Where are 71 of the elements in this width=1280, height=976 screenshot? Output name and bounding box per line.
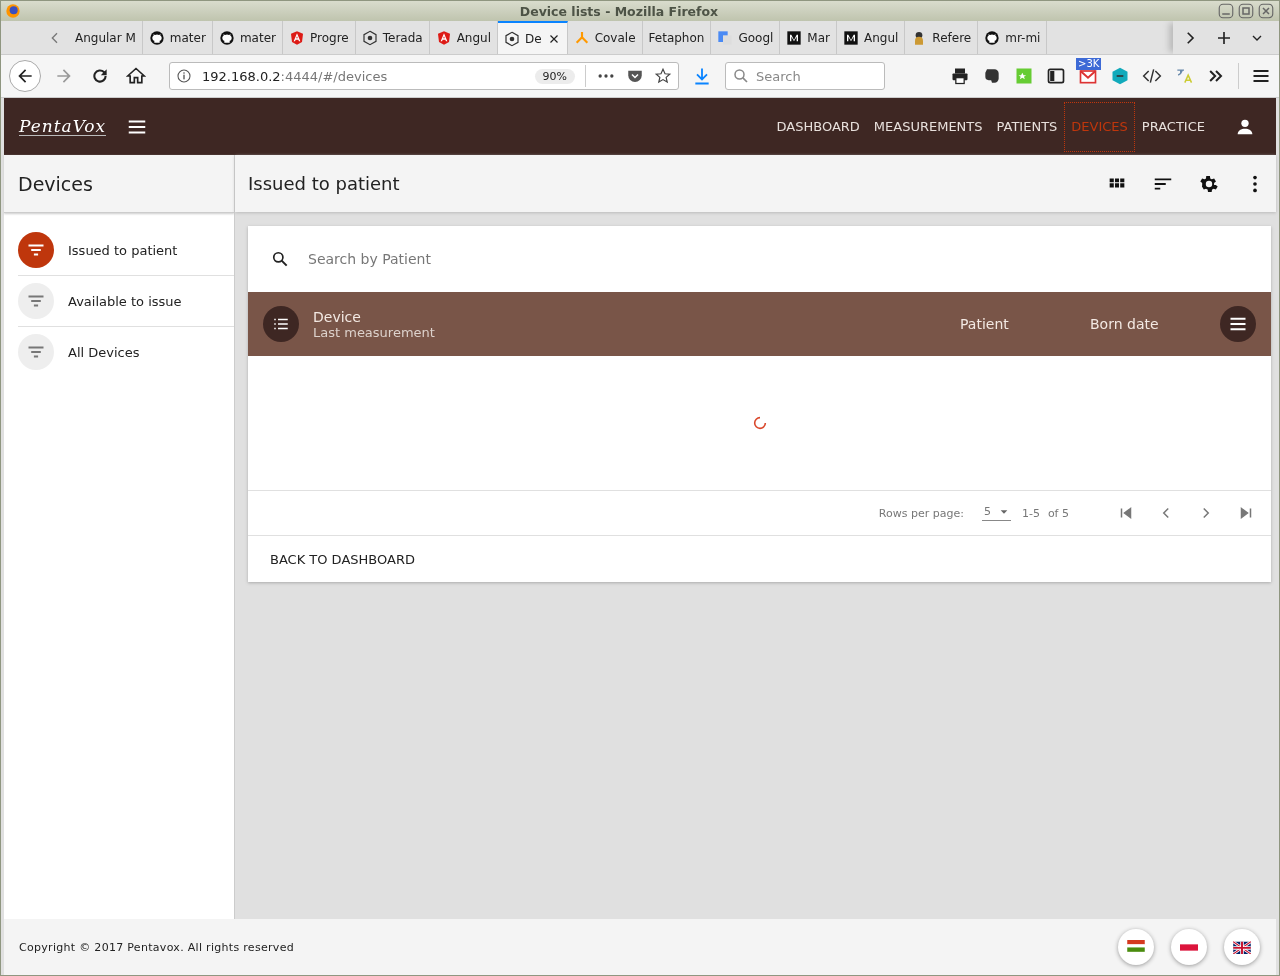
sidebar-title: Devices: [4, 155, 234, 213]
menu-icon[interactable]: [1220, 306, 1256, 342]
list-icon[interactable]: [263, 306, 299, 342]
browser-tab[interactable]: Refere: [905, 21, 979, 54]
octocat-icon: [218, 29, 235, 46]
page-total: of 5: [1047, 506, 1069, 520]
home-icon[interactable]: [123, 66, 149, 86]
hexagon-icon: [504, 30, 520, 47]
language-button[interactable]: [1171, 929, 1207, 965]
octocat-icon: [984, 29, 1001, 46]
sidebar-item[interactable]: Available to issue: [18, 276, 234, 327]
browser-tab[interactable]: Terada: [355, 21, 430, 54]
letter-m-icon: [786, 29, 803, 46]
language-button[interactable]: [1224, 929, 1260, 965]
sidebar-item[interactable]: Issued to patient: [18, 225, 234, 276]
browser-tab[interactable]: Progre: [283, 21, 356, 54]
rows-per-page-label: Rows per page:: [878, 506, 964, 520]
zoom-badge[interactable]: 90%: [534, 68, 575, 84]
info-icon[interactable]: [176, 68, 192, 84]
column-header[interactable]: Born date: [1090, 316, 1220, 332]
hungarian-flag-icon: [1127, 940, 1145, 954]
nav-link[interactable]: MEASUREMENTS: [866, 101, 990, 152]
nav-link[interactable]: PATIENTS: [989, 101, 1065, 152]
shield-icon: [435, 29, 452, 46]
page-size-select[interactable]: 5: [981, 505, 1011, 521]
octocat-icon: [148, 29, 165, 46]
sidebar-item[interactable]: All Devices: [18, 327, 234, 377]
letter-m-icon: [843, 29, 859, 46]
hexagon-icon: [361, 29, 378, 46]
copyright-text: Copyright © 2017 Pentavox. All rights reserved: [19, 940, 294, 954]
filter-icon: [18, 283, 54, 319]
column-header[interactable]: Device: [313, 308, 960, 325]
logo[interactable]: PentaVox: [19, 117, 107, 136]
minimize-icon[interactable]: [1217, 2, 1235, 20]
browser-tab[interactable]: mater: [212, 21, 283, 54]
address-bar[interactable]: 192.168.0.2:4444/#/devices 90%: [169, 62, 679, 90]
shield-icon: [289, 29, 305, 46]
printer-icon[interactable]: [950, 66, 970, 86]
back-button[interactable]: [9, 60, 41, 92]
star-icon[interactable]: [654, 67, 672, 85]
page-title: Issued to patient: [248, 173, 400, 194]
back-button[interactable]: BACK TO DASHBOARD: [262, 545, 423, 573]
filter-icon: [18, 334, 54, 370]
nav-link[interactable]: PRACTICE: [1134, 101, 1212, 152]
page-range: 1-5: [1021, 506, 1040, 520]
browser-tab[interactable]: mr-mi: [978, 21, 1048, 54]
browser-tab[interactable]: Angular M: [69, 21, 143, 54]
maximize-icon[interactable]: [1237, 2, 1255, 20]
filter-icon: [18, 232, 54, 268]
column-header[interactable]: Patient: [960, 316, 1090, 332]
search-icon: [732, 67, 750, 85]
polish-flag-icon: [1180, 943, 1198, 951]
search-icon: [270, 249, 290, 269]
browser-tab[interactable]: Angul: [837, 21, 906, 54]
browser-tab[interactable]: Covale: [567, 21, 643, 54]
language-button[interactable]: [1118, 929, 1154, 965]
browser-tab[interactable]: De: [498, 21, 568, 54]
british-flag-icon: [1233, 940, 1251, 954]
search-field[interactable]: Search: [725, 62, 885, 90]
code-icon[interactable]: [1142, 66, 1162, 86]
browser-tab[interactable]: mater: [142, 21, 213, 54]
count-badge: >3K: [1076, 58, 1102, 70]
window-title: Device lists - Mozilla Firefox: [518, 3, 720, 19]
column-subheader[interactable]: Last measurement: [313, 324, 960, 340]
browser-tab[interactable]: Fetaphon: [642, 21, 712, 54]
nav-link[interactable]: DASHBOARD: [769, 101, 867, 152]
search-field[interactable]: Search by Patient: [306, 250, 1249, 268]
browser-tab[interactable]: Googl: [711, 21, 781, 54]
sidebar-icon[interactable]: [1046, 66, 1066, 86]
tripod-icon: [573, 29, 590, 46]
browser-tab[interactable]: Mar: [780, 21, 837, 54]
